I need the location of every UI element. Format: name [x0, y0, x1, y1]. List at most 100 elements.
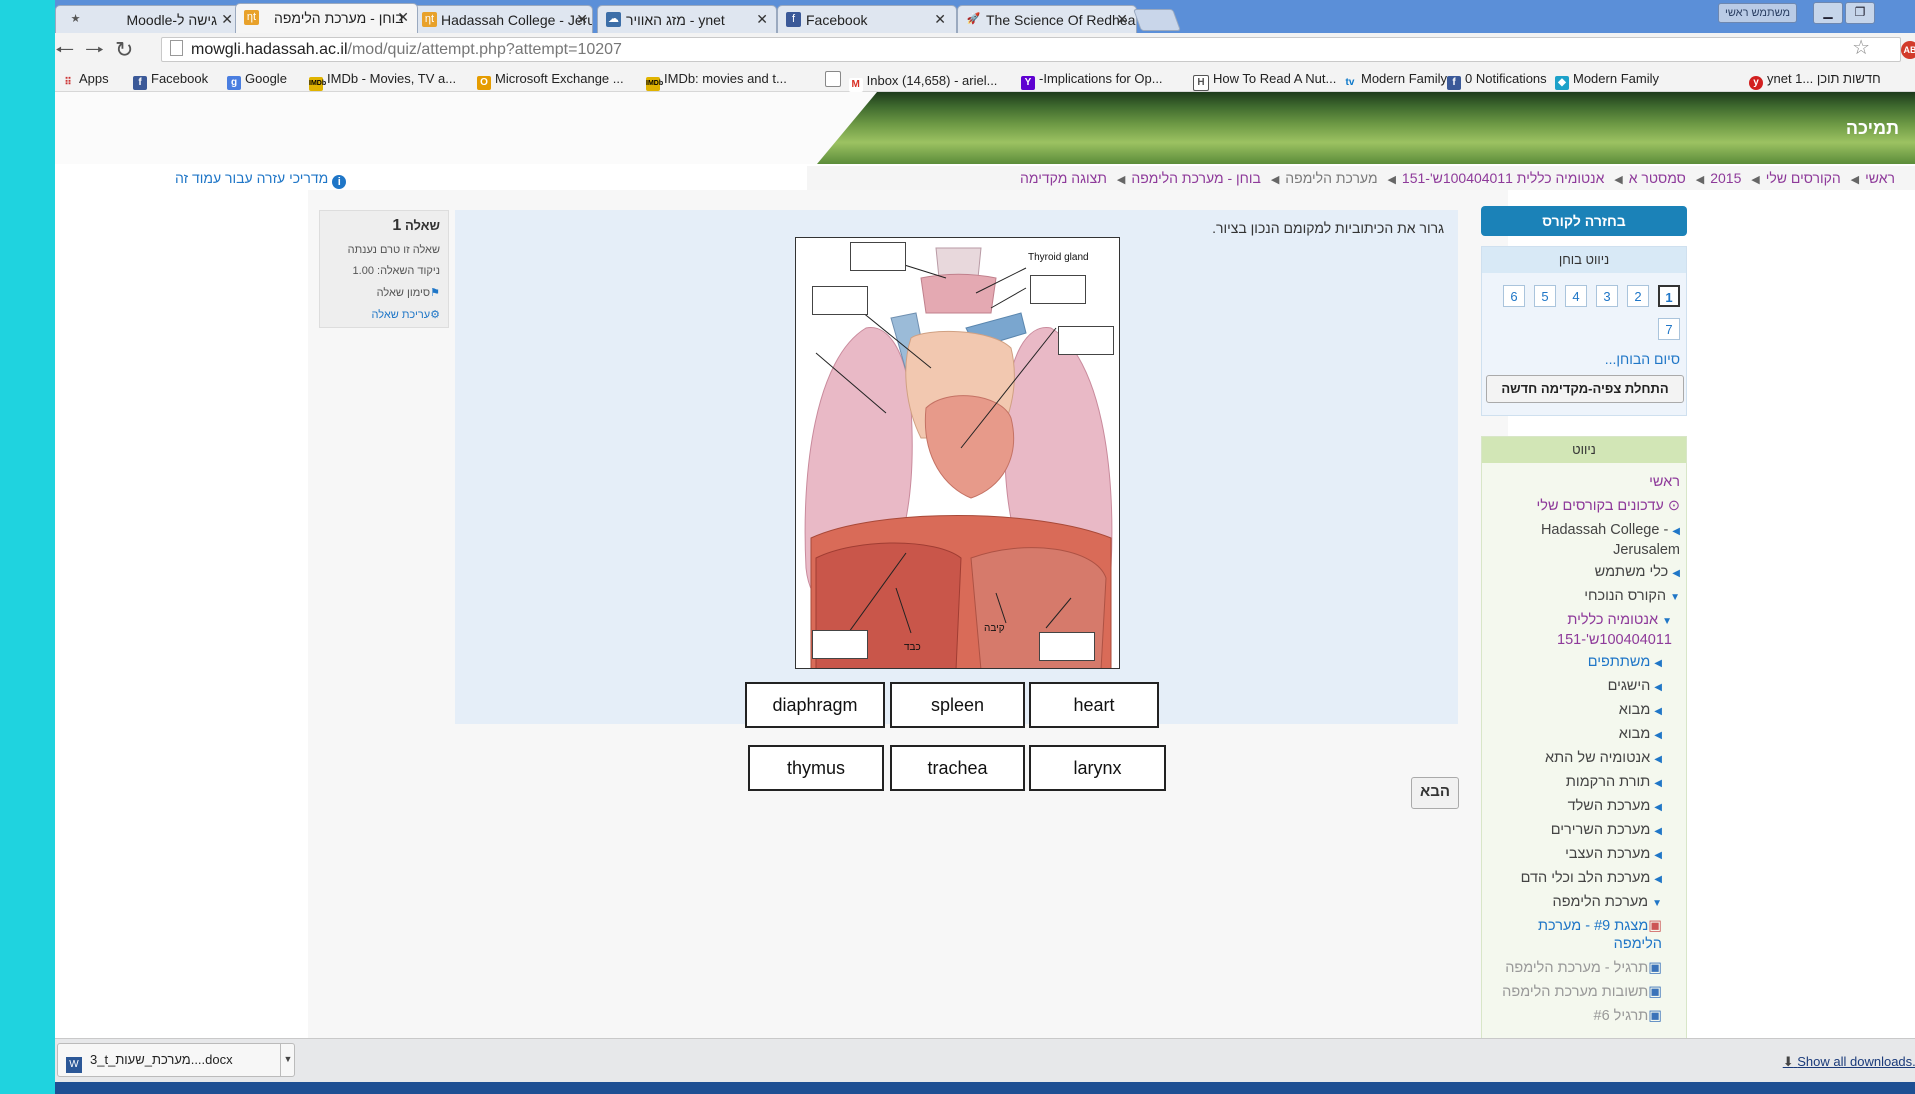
- show-all-downloads-link[interactable]: ⬇ Show all downloads...: [1783, 1054, 1915, 1070]
- nav-item-muscular[interactable]: ◀מערכת השרירים: [1492, 821, 1662, 841]
- bookmark-imdb-2[interactable]: IMDbIMDb: movies and t...: [646, 71, 787, 91]
- crumb-topic[interactable]: מערכת הלימפה: [1285, 170, 1377, 186]
- page-icon: [825, 71, 841, 87]
- crumb-quiz[interactable]: בוחן - מערכת הלימפה: [1131, 170, 1261, 186]
- star-icon[interactable]: ☆: [1852, 37, 1870, 60]
- drop-zone-3[interactable]: [812, 286, 868, 315]
- nav-item-lymph-exercise[interactable]: ▣תרגיל - מערכת הלימפה: [1492, 959, 1662, 977]
- bookmark-exchange[interactable]: O Microsoft Exchange ...: [477, 71, 624, 90]
- crumb-home[interactable]: ראשי: [1865, 170, 1895, 186]
- bookmark-inbox[interactable]: M Inbox (14,658) - ariel...: [825, 71, 997, 92]
- drag-chip-trachea[interactable]: trachea: [890, 745, 1025, 791]
- expand-icon: ◀: [1654, 730, 1662, 741]
- crumb-my-courses[interactable]: הקורסים שלי: [1766, 170, 1841, 186]
- quiz-nav-question-1[interactable]: 1: [1658, 285, 1680, 307]
- facebook-icon: f: [1447, 76, 1461, 90]
- drag-chip-diaphragm[interactable]: diaphragm: [745, 682, 885, 728]
- moodle-icon: ★: [70, 13, 81, 25]
- flag-question[interactable]: ⚑סימון שאלה: [328, 286, 440, 299]
- nav-item-course[interactable]: ▼אנטומיה כללית 100404011ש'-151: [1522, 611, 1672, 649]
- drop-zone-1[interactable]: [850, 242, 906, 271]
- nav-item-histology[interactable]: ◀תורת הרקמות: [1492, 773, 1662, 793]
- apps-grid-icon: ⠿: [64, 77, 72, 88]
- expand-icon: ◀: [1654, 850, 1662, 861]
- nav-item-exercise-6[interactable]: ▣תרגיל #6: [1492, 1007, 1663, 1025]
- bookmark-notifications[interactable]: f0 Notifications: [1447, 71, 1547, 90]
- nav-item-cardio[interactable]: ◀מערכת הלב וכלי הדם: [1492, 869, 1662, 889]
- nav-item-skeletal[interactable]: ◀מערכת השלד: [1492, 797, 1662, 817]
- nav-item-nervous[interactable]: ◀מערכת העצבי: [1492, 845, 1662, 865]
- tab-redheads[interactable]: 🚀 The Science Of Redheads ✕: [957, 5, 1137, 33]
- crumb-year[interactable]: 2015: [1710, 170, 1741, 186]
- address-bar[interactable]: mowgli.hadassah.ac.il/mod/quiz/attempt.p…: [161, 37, 1901, 62]
- nav-item-lymph-answers[interactable]: ▣תשובות מערכת הלימפה: [1492, 983, 1662, 1001]
- nav-item-lymphatic[interactable]: ▼מערכת הלימפה: [1492, 893, 1662, 913]
- quiz-nav-question-2[interactable]: 2: [1627, 285, 1649, 307]
- crumb-semester[interactable]: סמסטר א: [1629, 170, 1686, 186]
- nav-item-participants[interactable]: ◀משתתפים: [1492, 653, 1662, 673]
- drag-chip-heart[interactable]: heart: [1029, 682, 1159, 728]
- nav-item-intro-2[interactable]: ◀מבוא: [1492, 725, 1662, 745]
- forward-icon[interactable]: 🠒: [85, 38, 104, 62]
- tab-ynet-weather[interactable]: ☁ מזג האוויר - ynet ✕: [597, 5, 777, 33]
- nav-item-badges[interactable]: ◀הישגים: [1492, 677, 1662, 697]
- edit-question-link[interactable]: ⚙עריכת שאלה: [328, 308, 440, 321]
- close-tab-icon[interactable]: ✕: [1116, 11, 1128, 28]
- tab-facebook[interactable]: f Facebook ✕: [777, 5, 957, 33]
- nav-item-my-course-updates[interactable]: ⊙ עדכונים בקורסים שלי: [1510, 497, 1681, 515]
- bookmark-apps[interactable]: ⠿ Apps: [61, 71, 108, 90]
- close-tab-icon[interactable]: ✕: [934, 11, 946, 28]
- quiz-nav-question-6[interactable]: 6: [1503, 285, 1525, 307]
- drag-chip-spleen[interactable]: spleen: [890, 682, 1025, 728]
- minimize-button[interactable]: ▁: [1813, 2, 1843, 24]
- reload-icon[interactable]: ↻: [115, 38, 133, 62]
- quiz-nav-question-4[interactable]: 4: [1565, 285, 1587, 307]
- bookmark-modern-family[interactable]: tv Modern Family: [1343, 71, 1447, 90]
- tab-hadassah[interactable]: ηt Hadassah College - Jerusa ✕: [413, 5, 593, 33]
- quiz-nav-question-3[interactable]: 3: [1596, 285, 1618, 307]
- start-new-preview-button[interactable]: התחלת צפיה-מקדימה חדשה: [1486, 375, 1684, 403]
- back-icon[interactable]: 🠐: [55, 38, 74, 62]
- download-menu-arrow-icon[interactable]: ▼: [280, 1043, 295, 1077]
- quiz-nav-question-5[interactable]: 5: [1534, 285, 1556, 307]
- return-to-course-button[interactable]: בחזרה לקורס: [1481, 206, 1687, 236]
- bookmark-read-nut[interactable]: H How To Read A Nut...: [1193, 71, 1336, 91]
- bookmark-ynet[interactable]: y ynet 1... חדשות תוכן: [1749, 71, 1881, 90]
- drop-zone-5[interactable]: [812, 630, 868, 659]
- tv-icon: tv: [1345, 77, 1355, 88]
- nav-item-user-tools[interactable]: ◀כלי משתמש: [1510, 563, 1680, 583]
- maximize-button[interactable]: ❐: [1845, 2, 1875, 24]
- nav-item-home[interactable]: ראשי: [1510, 473, 1680, 491]
- nav-item-intro-1[interactable]: ◀מבוא: [1492, 701, 1662, 721]
- drop-zone-2[interactable]: [1030, 275, 1086, 304]
- close-tab-icon[interactable]: ✕: [397, 9, 409, 26]
- tab-moodle-access[interactable]: ★ גישה ל-Moodle ✕: [55, 5, 240, 33]
- nav-item-current-course[interactable]: ▼הקורס הנוכחי: [1510, 587, 1680, 607]
- drop-zone-6[interactable]: [1039, 632, 1095, 661]
- drag-chip-larynx[interactable]: larynx: [1029, 745, 1166, 791]
- bookmark-modern-family-2[interactable]: ◆ Modern Family: [1555, 71, 1659, 90]
- new-tab-button[interactable]: [1132, 9, 1182, 31]
- quiz-nav-question-7[interactable]: 7: [1658, 318, 1680, 340]
- crumb-preview[interactable]: תצוגה מקדימה: [1020, 170, 1107, 186]
- finish-attempt-link[interactable]: סיום הבוחן...: [1605, 351, 1680, 367]
- bookmark-imdb[interactable]: IMDbIMDb - Movies, TV a...: [309, 71, 456, 91]
- nav-item-cell-anatomy[interactable]: ◀אנטומיה של התא: [1492, 749, 1662, 769]
- bookmark-implications[interactable]: Y -Implications for Op...: [1021, 71, 1163, 90]
- bookmark-facebook[interactable]: f Facebook: [133, 71, 208, 90]
- drag-chip-thymus[interactable]: thymus: [748, 745, 884, 791]
- next-button[interactable]: הבא: [1411, 777, 1459, 809]
- nav-item-lymph-presentation[interactable]: ▣מצגת #9 - מערכת הלימפה: [1522, 917, 1662, 953]
- download-item[interactable]: W 3_t_מערכת_שעות....docx ▼: [57, 1043, 295, 1077]
- nav-item-hadassah[interactable]: ◀Hadassah College - Jerusalem: [1515, 521, 1680, 559]
- help-link[interactable]: iמדריכי עזרה עבור עמוד זה: [175, 170, 347, 189]
- close-tab-icon[interactable]: ✕: [221, 11, 233, 28]
- support-link[interactable]: תמיכה: [1846, 118, 1899, 139]
- adblock-icon[interactable]: AB: [1901, 41, 1915, 59]
- tab-quiz-lymph[interactable]: ηt בוחן - מערכת הלימפה ✕: [235, 3, 418, 33]
- close-tab-icon[interactable]: ✕: [756, 11, 768, 28]
- drop-zone-4[interactable]: [1058, 326, 1114, 355]
- close-tab-icon[interactable]: ✕: [576, 11, 588, 28]
- bookmark-google[interactable]: g Google: [227, 71, 287, 90]
- crumb-course[interactable]: אנטומיה כללית 100404011ש'-151: [1402, 170, 1604, 186]
